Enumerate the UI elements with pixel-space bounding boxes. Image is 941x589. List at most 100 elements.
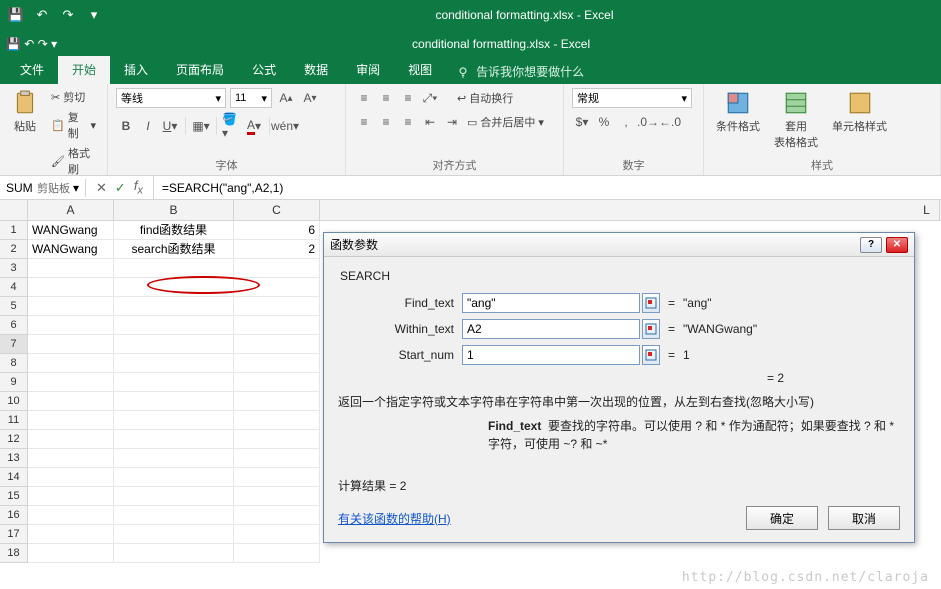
align-center-button[interactable]: ≡	[376, 112, 396, 132]
copy-button[interactable]: 📋复制▾	[48, 108, 99, 142]
arg-input-find[interactable]	[462, 293, 640, 313]
percent-button[interactable]: %	[594, 112, 614, 132]
help-button[interactable]: ?	[860, 237, 882, 253]
arg-label-find: Find_text	[338, 296, 462, 310]
row-header[interactable]: 1	[0, 221, 28, 240]
tab-formulas[interactable]: 公式	[238, 56, 290, 84]
arg-input-within[interactable]	[462, 319, 640, 339]
paste-button[interactable]: 粘贴	[8, 88, 42, 136]
tab-layout[interactable]: 页面布局	[162, 56, 238, 84]
bold-button[interactable]: B	[116, 116, 136, 136]
cell-b2[interactable]: search函数结果	[114, 240, 234, 259]
select-all-corner[interactable]	[0, 200, 28, 220]
row-header[interactable]: 13	[0, 449, 28, 468]
italic-button[interactable]: I	[138, 116, 158, 136]
enter-formula-icon[interactable]: ✓	[115, 180, 126, 196]
cell-a1[interactable]: WANGwang	[28, 221, 114, 240]
range-picker-icon[interactable]	[642, 345, 660, 365]
col-header-b[interactable]: B	[114, 200, 234, 220]
row-header[interactable]: 4	[0, 278, 28, 297]
accounting-button[interactable]: $▾	[572, 112, 592, 132]
qat-dropdown-icon[interactable]: ▾	[51, 37, 57, 51]
row-header[interactable]: 7	[0, 335, 28, 354]
col-header-l[interactable]: L	[914, 200, 940, 220]
indent-dec-button[interactable]: ⇤	[420, 112, 440, 132]
row-header[interactable]: 11	[0, 411, 28, 430]
shrink-font-button[interactable]: A▾	[300, 88, 320, 108]
row-header[interactable]: 3	[0, 259, 28, 278]
help-link[interactable]: 有关该函数的帮助(H)	[338, 510, 451, 527]
cancel-button[interactable]: 取消	[828, 506, 900, 530]
align-right-button[interactable]: ≡	[398, 112, 418, 132]
comma-button[interactable]: ,	[616, 112, 636, 132]
tab-insert[interactable]: 插入	[110, 56, 162, 84]
align-middle-button[interactable]: ≡	[376, 88, 396, 108]
align-left-button[interactable]: ≡	[354, 112, 374, 132]
undo-icon[interactable]: ↶	[32, 5, 52, 25]
range-picker-icon[interactable]	[642, 293, 660, 313]
row-header[interactable]: 14	[0, 468, 28, 487]
cell-styles-button[interactable]: 单元格样式	[828, 88, 891, 136]
font-size-select[interactable]: 11▾	[230, 88, 272, 108]
row-header[interactable]: 16	[0, 506, 28, 525]
align-top-button[interactable]: ≡	[354, 88, 374, 108]
col-header-a[interactable]: A	[28, 200, 114, 220]
row-header[interactable]: 9	[0, 373, 28, 392]
border-button[interactable]: ▦▾	[191, 116, 211, 136]
dialog-titlebar[interactable]: 函数参数 ? ✕	[324, 233, 914, 257]
tab-home[interactable]: 开始	[58, 56, 110, 84]
format-table-button[interactable]: 套用 表格格式	[770, 88, 822, 152]
row-header[interactable]: 18	[0, 544, 28, 563]
save-icon[interactable]: 💾	[6, 5, 26, 25]
cond-format-button[interactable]: 条件格式	[712, 88, 764, 136]
formula-input[interactable]: =SEARCH("ang",A2,1)	[154, 179, 941, 197]
font-name-select[interactable]: 等线▾	[116, 88, 226, 108]
redo-icon[interactable]: ↷	[38, 37, 48, 51]
merge-center-button[interactable]: ▭合并后居中▾	[464, 113, 547, 131]
phonetic-button[interactable]: wén▾	[275, 116, 295, 136]
undo-icon[interactable]: ↶	[24, 37, 34, 51]
cell-c1[interactable]: 6	[234, 221, 320, 240]
row-header[interactable]: 17	[0, 525, 28, 544]
window-title-2: conditional formatting.xlsx - Excel	[67, 37, 935, 51]
grow-font-button[interactable]: A▴	[276, 88, 296, 108]
range-picker-icon[interactable]	[642, 319, 660, 339]
inc-decimal-button[interactable]: .0→	[638, 112, 658, 132]
redo-icon[interactable]: ↷	[58, 5, 78, 25]
fill-color-button[interactable]: 🪣▾	[222, 116, 242, 136]
row-header[interactable]: 15	[0, 487, 28, 506]
tell-me[interactable]: 告诉我你想要做什么	[446, 59, 594, 84]
tab-view[interactable]: 视图	[394, 56, 446, 84]
cell-c2[interactable]: 2	[234, 240, 320, 259]
cut-button[interactable]: ✂剪切	[48, 88, 99, 106]
cell-b1[interactable]: find函数结果	[114, 221, 234, 240]
row-header[interactable]: 12	[0, 430, 28, 449]
row-header[interactable]: 10	[0, 392, 28, 411]
row-header[interactable]: 6	[0, 316, 28, 335]
cell-a2[interactable]: WANGwang	[28, 240, 114, 259]
dec-decimal-button[interactable]: ←.0	[660, 112, 680, 132]
number-format-select[interactable]: 常规▾	[572, 88, 692, 108]
tab-file[interactable]: 文件	[6, 56, 58, 84]
name-box[interactable]: SUM▾	[0, 179, 86, 197]
orientation-button[interactable]: ⤢▾	[420, 88, 440, 108]
indent-inc-button[interactable]: ⇥	[442, 112, 462, 132]
qat-dropdown-icon[interactable]: ▾	[84, 5, 104, 25]
save-icon[interactable]: 💾	[6, 37, 21, 51]
wrap-text-button[interactable]: ↩自动换行	[454, 89, 516, 107]
align-bottom-button[interactable]: ≡	[398, 88, 418, 108]
format-painter-button[interactable]: 🖌格式刷	[48, 144, 99, 178]
cancel-formula-icon[interactable]: ✕	[96, 180, 107, 196]
underline-button[interactable]: U▾	[160, 116, 180, 136]
close-button[interactable]: ✕	[886, 237, 908, 253]
font-color-button[interactable]: A▾	[244, 116, 264, 136]
row-header[interactable]: 2	[0, 240, 28, 259]
tab-review[interactable]: 审阅	[342, 56, 394, 84]
row-header[interactable]: 8	[0, 354, 28, 373]
col-header-c[interactable]: C	[234, 200, 320, 220]
ok-button[interactable]: 确定	[746, 506, 818, 530]
tab-data[interactable]: 数据	[290, 56, 342, 84]
fx-icon[interactable]: fx	[134, 178, 143, 197]
row-header[interactable]: 5	[0, 297, 28, 316]
arg-input-start[interactable]	[462, 345, 640, 365]
